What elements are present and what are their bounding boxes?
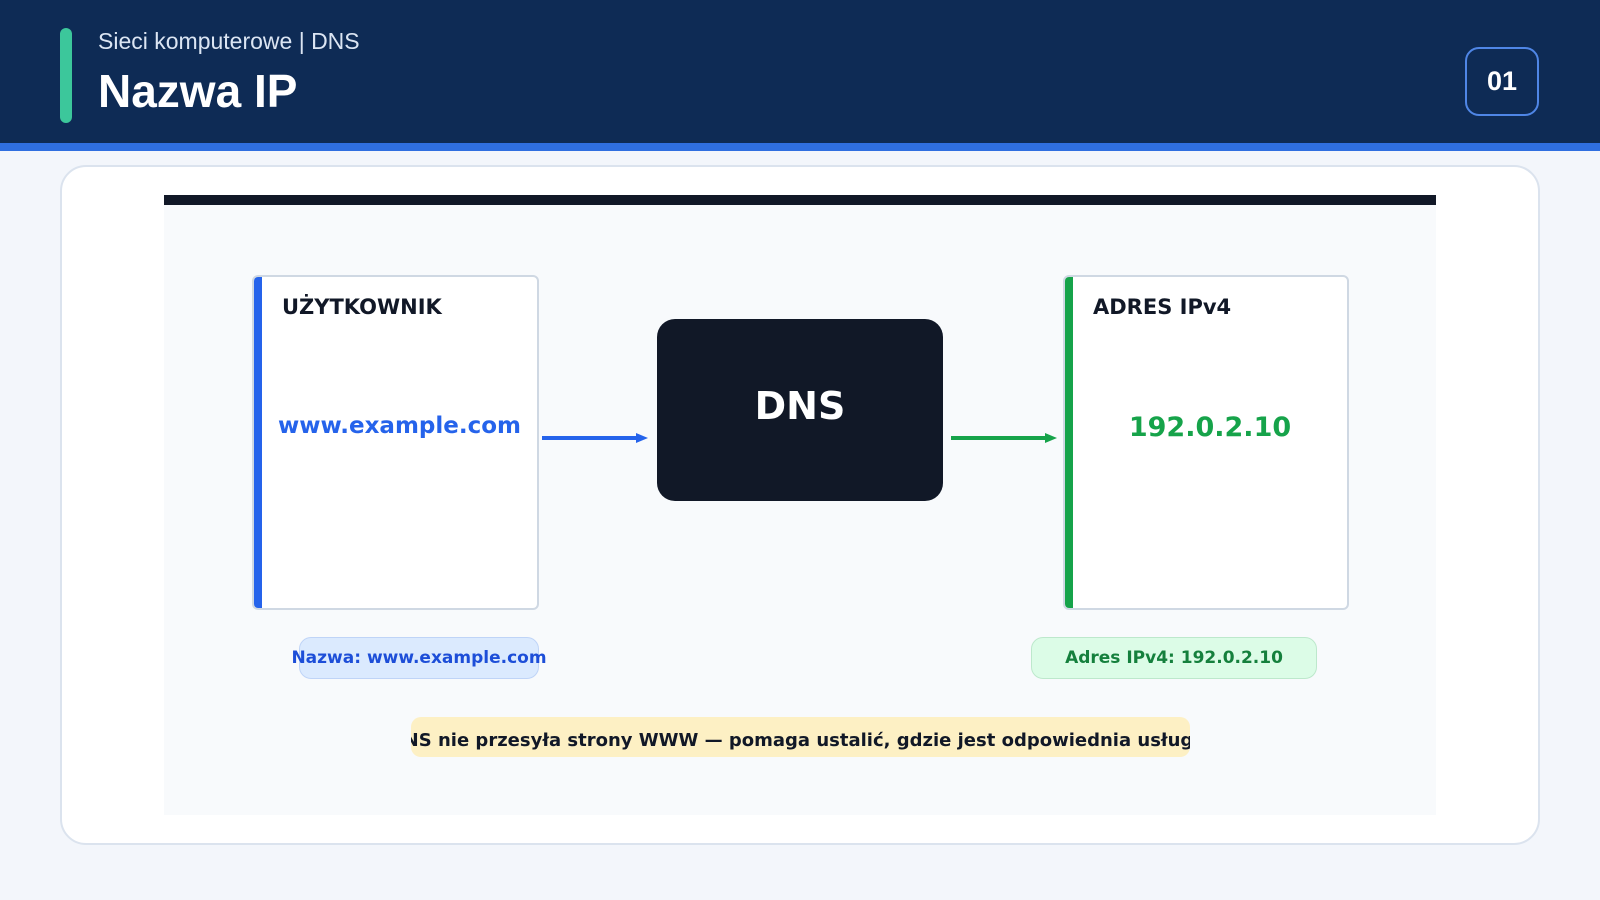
arrow-head (636, 433, 648, 443)
ip-box-address: 192.0.2.10 (1128, 412, 1292, 443)
diagram-top-bar (164, 195, 1436, 205)
arrow-head (1045, 433, 1057, 443)
ip-box-stripe (1065, 277, 1073, 608)
slide-subtitle: Sieci komputerowe | DNS (98, 28, 360, 54)
name-pill: Nazwa: www.example.com (291, 637, 547, 679)
header-accent-bar (60, 28, 72, 123)
arrow-right-icon (951, 433, 1057, 443)
dns-server-box: DNS (657, 319, 943, 501)
ip-box: ADRES IPv4 192.0.2.10 (1063, 275, 1349, 610)
header-divider (0, 143, 1600, 151)
ip-pill: Adres IPv4: 192.0.2.10 (1031, 637, 1317, 679)
page-number-badge: 01 (1465, 47, 1539, 116)
user-box-stripe (254, 277, 262, 608)
ip-box-label: ADRES IPv4 (1093, 295, 1232, 319)
slide-title: Nazwa IP (98, 65, 298, 117)
note-banner: DNS nie przesyła strony WWW — pomaga ust… (411, 717, 1190, 757)
user-box-domain: www.example.com (277, 413, 522, 439)
arrow-right-icon (542, 433, 648, 443)
user-box: UŻYTKOWNIK www.example.com (252, 275, 539, 610)
dns-diagram: UŻYTKOWNIK www.example.com DNS ADRES IPv… (164, 195, 1436, 815)
user-box-label: UŻYTKOWNIK (282, 295, 442, 319)
